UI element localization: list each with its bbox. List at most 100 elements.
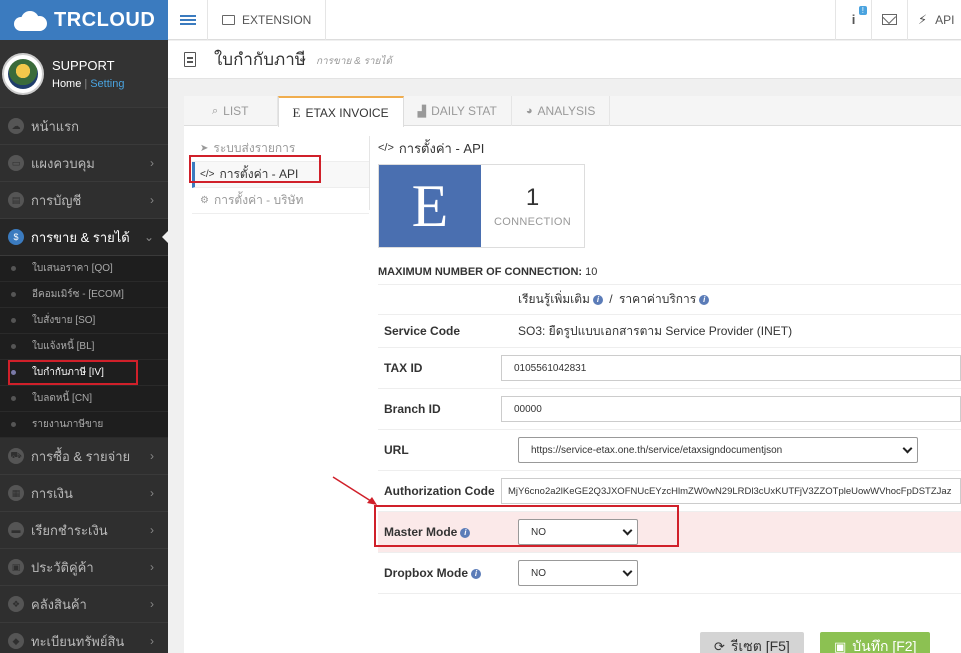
monitor-icon [222,14,235,25]
calendar-icon: ▦ [8,485,24,501]
info-button[interactable]: i ! [835,0,871,40]
etax-e-icon: E [292,104,301,120]
pricing-link[interactable]: ราคาค่าบริการ [619,292,696,306]
gear-icon: ⚙ [200,195,209,206]
info-icon: i [592,294,603,305]
contact-book-icon: ▣ [8,559,24,575]
master-mode-select[interactable]: NO [518,519,638,545]
monitor-icon: ▭ [8,155,24,171]
sidebar-item-label: คลังสินค้า [31,596,87,612]
tab-bar: ⌕ LIST E ETAX INVOICE ▟ DAILY STAT ◕ ANA… [184,96,961,127]
section-title-text: การตั้งค่า - API [398,140,485,156]
dropbox-mode-select[interactable]: NO [518,560,638,586]
link-separator: / [609,292,613,306]
sidebar-item-payment-request[interactable]: ▬ เรียกชำระเงิน › [0,512,168,549]
sidebar-item-label: ทะเบียนทรัพย์สิน [31,633,125,649]
sidebar-subitem-label: รายงานภาษีขาย [32,419,104,430]
subnav-item-api-settings[interactable]: </> การตั้งค่า - API [192,162,369,188]
extension-label: EXTENSION [242,12,312,27]
tax-id-input[interactable]: 0105561042831 [501,355,961,381]
master-mode-label: Master Mode [384,525,458,539]
tab-etax-invoice[interactable]: E ETAX INVOICE [277,96,404,127]
cubes-icon: ❖ [8,596,24,612]
etax-logo: E [379,165,481,247]
subnav-label: ระบบส่งรายการ [213,141,296,155]
brand-name: TRCLOUD [54,8,156,31]
document-icon [184,52,196,67]
sidebar-item-purchase[interactable]: ⛟ การซื้อ & รายจ่าย › [0,438,168,475]
subnav-label: การตั้งค่า - บริษัท [213,193,304,207]
sidebar-subitem-credit-note[interactable]: ใบลดหนี้ [CN] [0,386,168,412]
service-code-value: SO3: ยืดรูปแบบเอกสารตาม Service Provider… [518,323,793,338]
auth-code-input[interactable]: MjY6cno2a2lKeGE2Q3JXOFNUcEYzcHlmZW0wN29L… [501,478,961,504]
tab-label: ETAX INVOICE [305,105,389,120]
tab-daily-stat[interactable]: ▟ DAILY STAT [404,96,512,126]
sidebar-item-finance[interactable]: ▦ การเงิน › [0,475,168,512]
link-separator: | [84,77,88,90]
service-code-label: Service Code [384,324,461,338]
dropbox-mode-label: Dropbox Mode [384,566,468,580]
sidebar-subitem-billing[interactable]: ใบแจ้งหนี้ [BL] [0,334,168,360]
mail-icon [882,14,897,25]
connection-count: 1 [525,184,540,211]
tab-analysis[interactable]: ◕ ANALYSIS [512,96,611,126]
notification-badge: ! [858,5,867,15]
info-icon: i [460,527,471,538]
settings-subnav: ➤ ระบบส่งรายการ </> การตั้งค่า - API ⚙ ก… [192,136,370,214]
info-icon: i [851,12,856,27]
learn-more-link[interactable]: เรียนรู้เพิ่มเติม [518,292,590,306]
tax-id-label: TAX ID [384,361,423,375]
chevron-down-icon: ⌄ [143,230,154,244]
save-button[interactable]: ▣ บันทึก [F2] [820,632,931,653]
tab-list[interactable]: ⌕ LIST [184,96,278,126]
api-button[interactable]: ⚡ API [907,0,961,40]
page-header: ใบกำกับภาษี การขาย & รายได้ [168,41,961,79]
dropbox-mode-value: NO [531,567,546,579]
menu-toggle-button[interactable] [168,0,208,40]
info-links-row: เรียนรู้เพิ่มเติม i / ราคาค่าบริการ i [378,285,961,315]
sidebar-item-label: การซื้อ & รายจ่าย [31,448,131,464]
sidebar-item-label: การเงิน [31,485,73,501]
master-mode-row: Master Mode i NO [378,512,961,553]
auth-code-label: Authorization Code [384,484,495,498]
chevron-right-icon: › [150,597,154,611]
home-link[interactable]: Home [52,78,81,90]
sidebar-item-contacts[interactable]: ▣ ประวัติคู่ค้า › [0,549,168,586]
sidebar-item-assets[interactable]: ◆ ทะเบียนทรัพย์สิน › [0,623,168,653]
subnav-item-company-settings[interactable]: ⚙ การตั้งค่า - บริษัท [192,188,369,214]
sidebar-item-sales[interactable]: $ การขาย & รายได้ ⌄ [0,219,168,256]
subnav-item-send[interactable]: ➤ ระบบส่งรายการ [192,136,369,162]
reset-button[interactable]: ⟳ รีเซต [F5] [700,632,804,653]
tax-id-row: TAX ID 0105561042831 [378,348,961,389]
api-settings-content: </> การตั้งค่า - API E 1 CONNECTION MAXI… [378,136,961,594]
chevron-right-icon: › [150,156,154,170]
sidebar-subitem-quotation[interactable]: ใบเสนอราคา [QO] [0,256,168,282]
chevron-right-icon: › [150,193,154,207]
mail-button[interactable] [871,0,907,40]
chart-icon: ▟ [417,105,427,118]
chevron-right-icon: › [150,560,154,574]
sidebar-subitem-sales-order[interactable]: ใบสั่งขาย [SO] [0,308,168,334]
extension-button[interactable]: EXTENSION [208,0,327,40]
sidebar-item-label: การขาย & รายได้ [31,229,130,245]
sidebar-subitem-tax-invoice[interactable]: ใบกำกับภาษี [IV] [0,360,168,386]
code-icon: </> [200,169,215,180]
sidebar-item-label: การบัญชี [31,192,82,208]
brand-logo[interactable]: TRCLOUD [0,0,168,40]
url-select[interactable]: https://service-etax.one.th/service/etax… [518,437,918,463]
avatar[interactable] [2,52,44,95]
branch-id-input[interactable]: 00000 [501,396,961,422]
setting-link[interactable]: Setting [90,78,124,90]
sidebar-subitem-label: ใบเสนอราคา [QO] [32,263,113,274]
sidebar-item-home[interactable]: ☁ หน้าแรก [0,108,168,145]
sidebar-item-accounting[interactable]: ▤ การบัญชี › [0,182,168,219]
sidebar-subitem-sales-tax-report[interactable]: รายงานภาษีขาย [0,412,168,438]
sidebar-item-inventory[interactable]: ❖ คลังสินค้า › [0,586,168,623]
connection-label: CONNECTION [494,216,571,228]
sidebar-item-dashboard[interactable]: ▭ แผงควบคุม › [0,145,168,182]
active-caret [162,231,168,243]
sidebar-subitem-ecommerce[interactable]: อีคอมเมิร์ซ - [ECOM] [0,282,168,308]
max-connection-label: MAXIMUM NUMBER OF CONNECTION: [378,266,583,278]
tab-label: LIST [223,104,249,118]
connection-card: E 1 CONNECTION [378,164,585,248]
